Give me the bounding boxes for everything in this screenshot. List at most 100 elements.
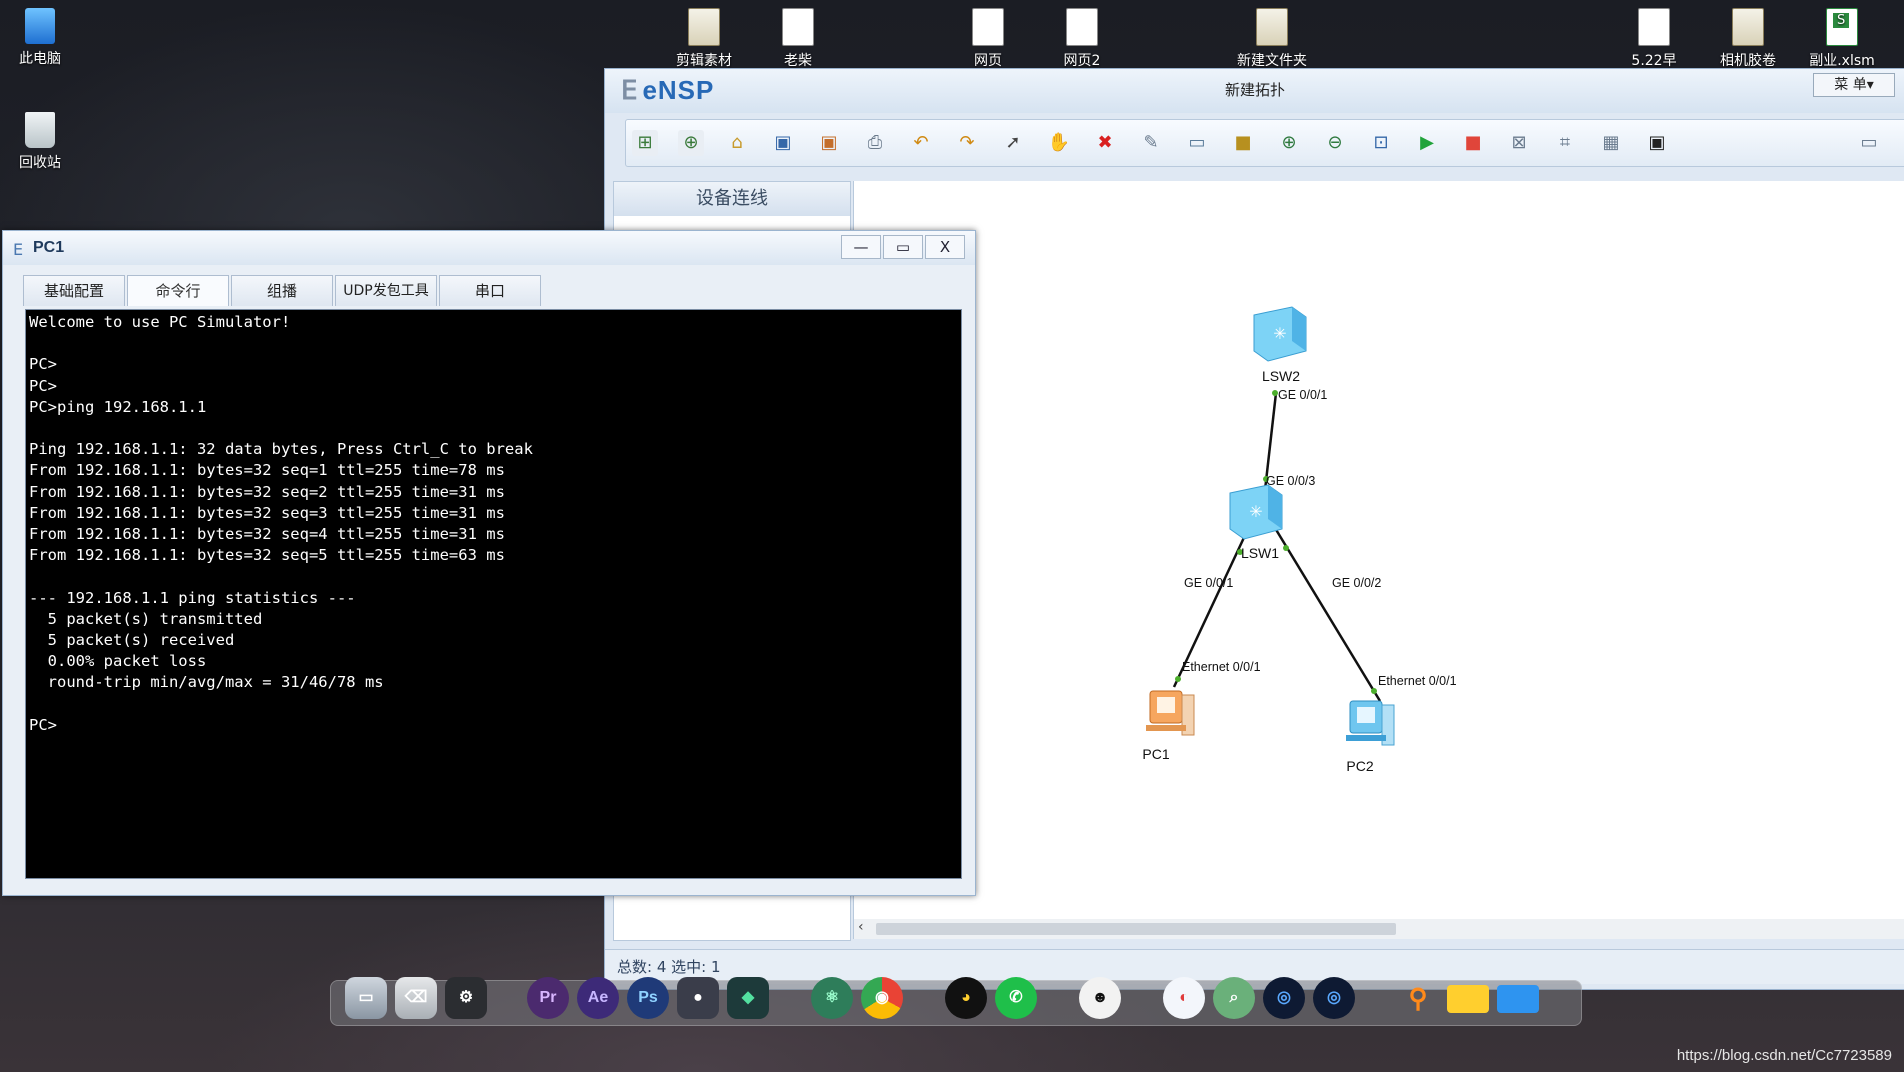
desktop-icon-recycle-bin[interactable]: 回收站 <box>0 112 80 172</box>
watermark: https://blog.csdn.net/Cc7723589 <box>1676 1047 1892 1064</box>
app-icon[interactable]: ● <box>677 977 719 1019</box>
wechat-icon[interactable]: ✆ <box>995 977 1037 1019</box>
console-line: From 192.168.1.1: bytes=32 seq=4 ttl=255… <box>29 525 505 544</box>
start-device-icon[interactable]: ▶ <box>1414 130 1440 156</box>
close-button[interactable]: X <box>925 235 965 259</box>
desktop-icon-folder-1[interactable]: 剪辑素材 <box>664 8 744 70</box>
chrome-icon[interactable]: ◉ <box>861 977 903 1019</box>
save-icon[interactable]: ▣ <box>770 130 796 156</box>
pc-pc1[interactable]: PC1 <box>1142 690 1195 762</box>
comment-icon[interactable]: ▭ <box>1856 130 1882 156</box>
desktop-icon-label: 网页2 <box>1063 53 1101 69</box>
maximize-button[interactable]: ▭ <box>883 235 923 259</box>
console-line: From 192.168.1.1: bytes=32 seq=1 ttl=255… <box>29 461 505 480</box>
switch-lsw2[interactable]: ✳ LSW2 <box>1253 306 1307 384</box>
yellow-folder-icon[interactable] <box>1447 985 1489 1013</box>
scroll-left-icon[interactable]: ‹ <box>858 919 864 935</box>
folder-icon <box>688 8 720 46</box>
desktop-icon-spreadsheet[interactable]: 副业.xlsm <box>1802 8 1882 70</box>
minimize-button[interactable]: — <box>841 235 881 259</box>
desktop-icon-this-pc[interactable]: 此电脑 <box>0 8 80 68</box>
fit-icon[interactable]: ⊡ <box>1368 130 1394 156</box>
ensp-status-bar: 总数: 4 选中: 1 <box>605 949 1904 984</box>
stop-device-icon[interactable]: ■ <box>1460 130 1486 156</box>
magnifier-icon[interactable]: ⚲ <box>1397 977 1439 1019</box>
open-icon[interactable]: ⌂ <box>724 130 750 156</box>
desktop-icon-folder-3[interactable]: 相机胶卷 <box>1708 8 1788 70</box>
topology-icon[interactable]: ⌗ <box>1552 130 1578 156</box>
redo-icon[interactable]: ↷ <box>954 130 980 156</box>
tab-udp-tool[interactable]: UDP发包工具 <box>335 275 437 306</box>
grid-icon[interactable]: ▦ <box>1598 130 1624 156</box>
trash-icon[interactable]: ⌫ <box>395 977 437 1019</box>
console-line: Ping 192.168.1.1: 32 data bytes, Press C… <box>29 440 533 459</box>
capture-icon[interactable]: ⊠ <box>1506 130 1532 156</box>
port-label: GE 0/0/2 <box>1332 576 1381 590</box>
command-console[interactable]: Welcome to use PC Simulator! PC> PC> PC>pi… <box>25 309 962 879</box>
hand-icon[interactable]: ✋ <box>1046 130 1072 156</box>
remove-link-icon[interactable]: ✎ <box>1138 130 1164 156</box>
tab-command-line[interactable]: 命令行 <box>127 275 229 306</box>
console-line: From 192.168.1.1: bytes=32 seq=2 ttl=255… <box>29 482 505 501</box>
console-line: round-trip min/avg/max = 31/46/78 ms <box>29 673 384 692</box>
topology-canvas[interactable]: ✳ LSW2 ✳ LSW1 PC1 PC2 GE 0/0/1 GE 0/0/3 … <box>853 181 1904 939</box>
desktop-icon-label: 此电脑 <box>19 51 61 67</box>
new-topology-icon[interactable]: ⊞ <box>632 130 658 156</box>
port-label: GE 0/0/1 <box>1278 388 1327 402</box>
desktop-icon-file-4[interactable]: 5.22早 <box>1614 8 1694 70</box>
file-icon <box>782 8 814 46</box>
atom-icon[interactable]: ⚛ <box>811 977 853 1019</box>
pc-pc2[interactable]: PC2 <box>1346 700 1395 774</box>
photoshop-icon[interactable]: Ps <box>627 977 669 1019</box>
qq-icon[interactable]: ◕ <box>945 977 987 1019</box>
camera-icon[interactable]: ◎ <box>1263 977 1305 1019</box>
browser-icon[interactable]: ◐ <box>1163 977 1205 1019</box>
tab-multicast[interactable]: 组播 <box>231 275 333 306</box>
desktop-icon-file-2[interactable]: 网页 <box>948 8 1028 70</box>
zoom-out-icon[interactable]: ⊖ <box>1322 130 1348 156</box>
ensp-menu-button[interactable]: 菜 单▾ <box>1813 73 1895 97</box>
file-icon <box>972 8 1004 46</box>
panda-icon[interactable]: ☻ <box>1079 977 1121 1019</box>
premiere-icon[interactable]: Pr <box>527 977 569 1019</box>
console-line: 5 packet(s) received <box>29 631 235 650</box>
ensp-window-title: 新建拓扑 <box>1224 81 1285 99</box>
desktop-icon-label: 老柴 <box>784 53 812 69</box>
console-line: --- 192.168.1.1 ping statistics --- <box>29 588 356 607</box>
undo-icon[interactable]: ↶ <box>908 130 934 156</box>
zoom-in-icon[interactable]: ⊕ <box>1276 130 1302 156</box>
camera2-icon[interactable]: ◎ <box>1313 977 1355 1019</box>
after-effects-icon[interactable]: Ae <box>577 977 619 1019</box>
search-tool-icon[interactable]: ⌕ <box>1213 977 1255 1019</box>
select-icon[interactable]: ➚ <box>1000 130 1026 156</box>
device-label-lsw2: LSW2 <box>1262 368 1300 384</box>
desktop-icon-file-1[interactable]: 老柴 <box>758 8 838 70</box>
scrollbar-thumb[interactable] <box>876 923 1396 935</box>
rectangle-icon[interactable]: ■ <box>1230 130 1256 156</box>
print-icon[interactable]: ⎙ <box>862 130 888 156</box>
desktop-icon-folder-2[interactable]: 新建文件夹 <box>1232 8 1312 70</box>
tab-basic-config[interactable]: 基础配置 <box>23 275 125 306</box>
system-settings-icon[interactable]: ⚙ <box>445 977 487 1019</box>
file-icon <box>1638 8 1670 46</box>
desktop-icon-label: 副业.xlsm <box>1809 53 1875 69</box>
finder-icon[interactable]: ▭ <box>345 977 387 1019</box>
save-as-icon[interactable]: ▣ <box>816 130 842 156</box>
desktop-icon-file-3[interactable]: 网页2 <box>1042 8 1122 70</box>
screenshot-icon[interactable]: ▣ <box>1644 130 1670 156</box>
new-lab-icon[interactable]: ⊕ <box>678 130 704 156</box>
horizontal-scrollbar[interactable]: ‹ <box>854 919 1904 939</box>
pc1-titlebar: ⴹ PC1 — ▭ X <box>3 231 975 265</box>
console-line: PC> <box>29 715 57 734</box>
pc-screen <box>1357 707 1375 723</box>
editor-icon[interactable]: ◆ <box>727 977 769 1019</box>
desktop-icon-label: 剪辑素材 <box>676 53 732 69</box>
ensp-toolbar: ⊞ ⊕ ⌂ ▣ ▣ ⎙ ↶ ↷ ➚ ✋ ✖ ✎ ▭ ■ ⊕ ⊖ ⊡ ▶ ■ ⊠ … <box>625 119 1904 167</box>
desktop-icon-label: 新建文件夹 <box>1237 53 1307 69</box>
blue-folder-icon[interactable] <box>1497 985 1539 1013</box>
port-dot <box>1175 676 1181 682</box>
text-icon[interactable]: ▭ <box>1184 130 1210 156</box>
tab-serial[interactable]: 串口 <box>439 275 541 306</box>
delete-icon[interactable]: ✖ <box>1092 130 1118 156</box>
